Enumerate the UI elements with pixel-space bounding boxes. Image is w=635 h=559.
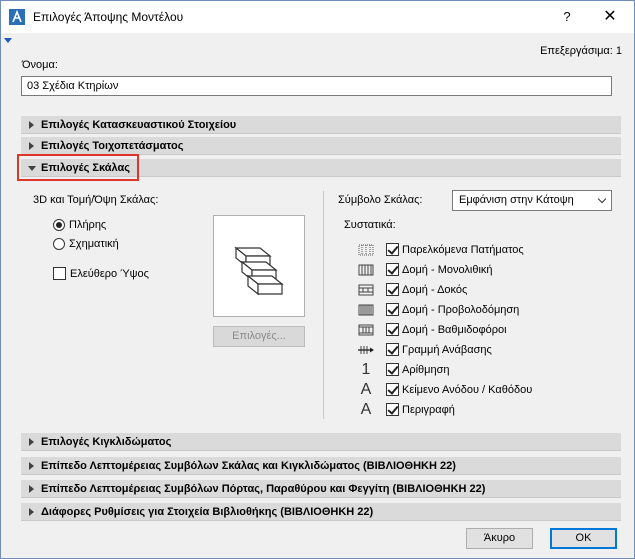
section-railing[interactable]: Επιλογές Κιγκλιδώματος [21, 433, 621, 451]
radio-schematic-label: Σχηματική [69, 238, 119, 250]
component-checkbox[interactable] [386, 363, 399, 376]
radio-schematic[interactable] [53, 238, 65, 250]
expand-arrow-icon [29, 462, 34, 470]
section-construction-element[interactable]: Επιλογές Κατασκευαστικού Στοιχείου [21, 116, 621, 134]
stair-preview [213, 215, 305, 317]
structure-monolithic-icon [358, 264, 374, 276]
structure-stringer-icon [358, 324, 374, 336]
stair-3d-section-label: 3D και Τομή/Όψη Σκάλας: [33, 194, 159, 206]
stair-symbol-label: Σύμβολο Σκάλας: [338, 194, 423, 206]
stair-symbol-value: Εμφάνιση στην Κάτοψη [459, 194, 574, 206]
component-label: Κείμενο Ανόδου / Καθόδου [402, 384, 533, 396]
section-stair-railing-detail[interactable]: Επίπεδο Λεπτομέρειας Συμβόλων Σκάλας και… [21, 457, 621, 475]
section-door-window-detail[interactable]: Επίπεδο Λεπτομέρειας Συμβόλων Πόρτας, Πα… [21, 480, 621, 498]
component-checkbox[interactable] [386, 243, 399, 256]
cancel-button[interactable]: Άκυρο [466, 528, 533, 549]
highlight-frame [17, 154, 139, 181]
free-height-checkbox[interactable] [53, 267, 66, 280]
editable-count: Επεξεργάσιμα: 1 [540, 45, 622, 57]
expand-arrow-icon [29, 485, 34, 493]
free-height-label: Ελεύθερο Ύψος [70, 268, 149, 280]
favorites-marker-icon[interactable] [4, 38, 12, 43]
help-button[interactable]: ? [553, 5, 581, 29]
component-checkbox[interactable] [386, 263, 399, 276]
name-label: Όνομα: [22, 59, 58, 71]
component-label: Δομή - Προβολοδόμηση [402, 304, 520, 316]
radio-full[interactable] [53, 219, 65, 231]
component-label: Αρίθμηση [402, 364, 450, 376]
text-icon: A [360, 381, 372, 398]
components-label: Συστατικά: [344, 219, 396, 231]
stair-symbol-select[interactable]: Εμφάνιση στην Κάτοψη [452, 190, 612, 211]
section-label: Επιλογές Κατασκευαστικού Στοιχείου [41, 119, 237, 131]
panel-divider [323, 191, 324, 419]
archicad-app-icon [9, 9, 25, 25]
component-label: Παρελκόμενα Πατήματος [402, 244, 524, 256]
component-checkbox[interactable] [386, 303, 399, 316]
stair-preview-icon [234, 246, 284, 296]
section-label: Διάφορες Ρυθμίσεις για Στοιχεία Βιβλιοθή… [41, 506, 374, 518]
name-input[interactable]: 03 Σχέδια Κτηρίων [21, 76, 612, 96]
chevron-down-icon [597, 194, 607, 204]
expand-arrow-icon [29, 508, 34, 516]
description-icon: A [360, 401, 372, 418]
component-checkbox[interactable] [386, 403, 399, 416]
section-label: Επιλογές Τοιχοπετάσματος [41, 140, 184, 152]
component-label: Δομή - Δοκός [402, 284, 468, 296]
expand-arrow-icon [29, 142, 34, 150]
numbering-icon: 1 [361, 361, 371, 378]
component-checkbox[interactable] [386, 323, 399, 336]
radio-full-label: Πλήρης [69, 219, 107, 231]
section-label: Επίπεδο Λεπτομέρειας Συμβόλων Σκάλας και… [41, 460, 456, 472]
title-bar: Επιλογές Άποψης Μοντέλου ? ✕ [1, 1, 634, 33]
structure-cantilever-icon [358, 304, 374, 316]
dialog-window: Επιλογές Άποψης Μοντέλου ? ✕ Επεξεργάσιμ… [0, 0, 635, 559]
options-button[interactable]: Επιλογές... [213, 326, 305, 347]
expand-arrow-icon [29, 121, 34, 129]
component-label: Γραμμή Ανάβασης [402, 344, 492, 356]
window-title: Επιλογές Άποψης Μοντέλου [33, 10, 184, 24]
section-curtain-wall[interactable]: Επιλογές Τοιχοπετάσματος [21, 137, 621, 155]
component-checkbox[interactable] [386, 283, 399, 296]
section-label: Επίπεδο Λεπτομέρειας Συμβόλων Πόρτας, Πα… [41, 483, 486, 495]
structure-beam-icon [358, 284, 374, 296]
section-label: Επιλογές Κιγκλιδώματος [41, 436, 172, 448]
component-label: Περιγραφή [402, 404, 455, 416]
section-library-misc[interactable]: Διάφορες Ρυθμίσεις για Στοιχεία Βιβλιοθή… [21, 503, 621, 521]
ok-button[interactable]: OK [550, 528, 617, 549]
expand-arrow-icon [29, 438, 34, 446]
component-label: Δομή - Βαθμιδοφόροι [402, 324, 507, 336]
close-button[interactable]: ✕ [595, 5, 625, 29]
tread-accessories-icon [358, 244, 374, 256]
walking-line-icon [358, 346, 374, 354]
component-checkbox[interactable] [386, 343, 399, 356]
component-checkbox[interactable] [386, 383, 399, 396]
component-label: Δομή - Μονολιθική [402, 264, 493, 276]
